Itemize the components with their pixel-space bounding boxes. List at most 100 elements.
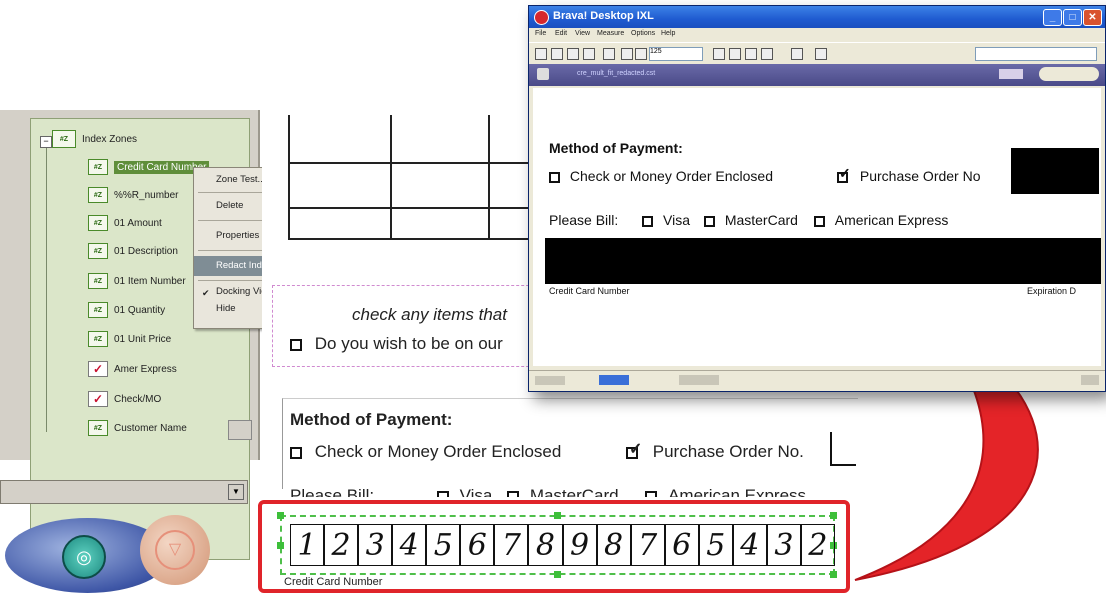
menu-measure[interactable]: Measure: [597, 30, 624, 37]
bp-mastercard-label: MasterCard: [724, 212, 798, 228]
cancel-icon[interactable]: ▽: [155, 530, 195, 570]
menu-file[interactable]: File: [535, 30, 546, 37]
tree-item-01-unit-price[interactable]: #Z 01 Unit Price: [88, 328, 171, 350]
purchase-prompt-text: check any items that: [352, 305, 507, 324]
brava-desktop-window: Brava! Desktop IXL _ □ ✕ File Edit View …: [528, 5, 1106, 392]
tree-root-index-zones[interactable]: #Z Index Zones: [38, 130, 137, 148]
open-icon[interactable]: [583, 48, 595, 60]
resize-handle[interactable]: [554, 512, 561, 519]
resize-handle[interactable]: [277, 542, 284, 549]
scan-button[interactable]: ◎: [62, 535, 106, 579]
search-field[interactable]: [975, 47, 1097, 61]
tree-item-label: 01 Description: [114, 245, 178, 257]
brava-app-icon: [534, 10, 549, 25]
zoom-in-icon[interactable]: [729, 48, 741, 60]
minimize-button[interactable]: _: [1043, 9, 1062, 26]
bp-po-checkbox: ✓: [837, 165, 851, 183]
dropdown-arrow-icon[interactable]: ▼: [228, 484, 244, 500]
cc-digit: 7: [494, 524, 529, 566]
resize-handle[interactable]: [554, 571, 561, 578]
tree-item-label: Check/MO: [114, 393, 162, 405]
table-line: [390, 115, 392, 240]
check-option-row: Check or Money Order Enclosed: [290, 442, 561, 462]
status-indicator: [1081, 375, 1099, 385]
tree-item-01-amount[interactable]: #Z 01 Amount: [88, 212, 162, 234]
cc-digit: 8: [596, 524, 631, 566]
resize-handle[interactable]: [277, 512, 284, 519]
table-line: [288, 207, 528, 209]
document-tab-bar: cre_mult_fit_redacted.cst: [529, 64, 1105, 86]
zone-icon: #Z: [88, 302, 108, 318]
cc-digit: 6: [664, 524, 699, 566]
document-tab-label[interactable]: cre_mult_fit_redacted.cst: [577, 70, 655, 77]
zone-icon: #Z: [88, 187, 108, 203]
page-nav-arrows[interactable]: [679, 375, 719, 385]
maximize-button[interactable]: □: [1063, 9, 1082, 26]
help-icon[interactable]: [815, 48, 827, 60]
home-icon[interactable]: [537, 68, 549, 80]
page-field[interactable]: [599, 375, 629, 385]
print-icon[interactable]: [551, 48, 563, 60]
bp-visa-checkbox: [642, 215, 654, 227]
document-view: Method of Payment: Check or Money Order …: [533, 88, 1101, 366]
tree-item-01-description[interactable]: #Z 01 Description: [88, 240, 178, 262]
tree-item-amer-express[interactable]: ✓ Amer Express: [88, 358, 177, 380]
copy-icon[interactable]: [621, 48, 633, 60]
save-icon[interactable]: [567, 48, 579, 60]
bp-please-bill: Please Bill:: [549, 212, 619, 228]
cc-digit: 3: [358, 524, 393, 566]
purchase-order-checkbox[interactable]: ✓: [626, 441, 642, 459]
zoom-value: 125: [650, 48, 662, 55]
tree-item-credit-card-number[interactable]: #Z Credit Card Number: [88, 156, 210, 178]
page-icon[interactable]: [603, 48, 615, 60]
po-option-row: ✓ Purchase Order No.: [626, 441, 804, 462]
cc-digit: 4: [732, 524, 767, 566]
tree-connector: [46, 142, 47, 432]
menu-view[interactable]: View: [575, 30, 590, 37]
tree-item-01-quantity[interactable]: #Z 01 Quantity: [88, 299, 165, 321]
status-bar: [529, 370, 1105, 391]
bp-amex-checkbox: [813, 215, 825, 227]
check-money-order-checkbox[interactable]: [290, 446, 302, 459]
mailing-checkbox[interactable]: [290, 338, 302, 351]
dropdown-field[interactable]: [0, 480, 248, 504]
zoom-out-icon[interactable]: [745, 48, 757, 60]
bp-check-row: Check or Money Order Enclosed: [549, 168, 773, 184]
tree-item-customer-name[interactable]: #Z Customer Name: [88, 417, 187, 439]
redaction-credit-card: [545, 238, 1101, 284]
close-button[interactable]: ✕: [1083, 9, 1102, 26]
tree-item-label: Amer Express: [114, 363, 177, 375]
markup-icon[interactable]: [791, 48, 803, 60]
rotate-icon[interactable]: [761, 48, 773, 60]
menu-help[interactable]: Help: [661, 30, 675, 37]
bp-payment-heading: Method of Payment:: [549, 140, 683, 156]
tree-item-label: Customer Name: [114, 422, 187, 434]
zone-icon: #Z: [88, 331, 108, 347]
menu-options[interactable]: Options: [631, 30, 655, 37]
zoom-field[interactable]: 125: [649, 47, 703, 61]
window-titlebar[interactable]: Brava! Desktop IXL _ □ ✕: [529, 6, 1105, 28]
tree-item-r-number[interactable]: #Z %%R_number: [88, 184, 178, 206]
menu-edit[interactable]: Edit: [555, 30, 567, 37]
new-icon[interactable]: [535, 48, 547, 60]
bp-cc-label: Credit Card Number: [549, 286, 630, 296]
bp-po-label: Purchase Order No: [859, 168, 981, 184]
tree-scrollbar[interactable]: [228, 420, 252, 440]
table-line: [288, 115, 290, 240]
tree-item-label: 01 Item Number: [114, 275, 186, 287]
paste-icon[interactable]: [635, 48, 647, 60]
nav-icon[interactable]: [999, 69, 1023, 79]
tree-item-check-mo[interactable]: ✓ Check/MO: [88, 388, 161, 410]
checkbox-zone-icon: ✓: [88, 391, 108, 407]
bp-visa-label: Visa: [663, 212, 691, 228]
tree-item-01-item-number[interactable]: #Z 01 Item Number: [88, 270, 186, 292]
zone-icon: #Z: [88, 420, 108, 436]
table-line: [288, 162, 528, 164]
index-zones-folder-icon: #Z: [52, 130, 76, 148]
bp-po-row: ✓ Purchase Order No: [837, 165, 981, 184]
hand-icon[interactable]: [713, 48, 725, 60]
payment-heading: Method of Payment:: [290, 410, 453, 429]
nav-buttons[interactable]: [535, 376, 565, 385]
table-line: [488, 115, 490, 240]
cc-digit: 1: [290, 524, 325, 566]
